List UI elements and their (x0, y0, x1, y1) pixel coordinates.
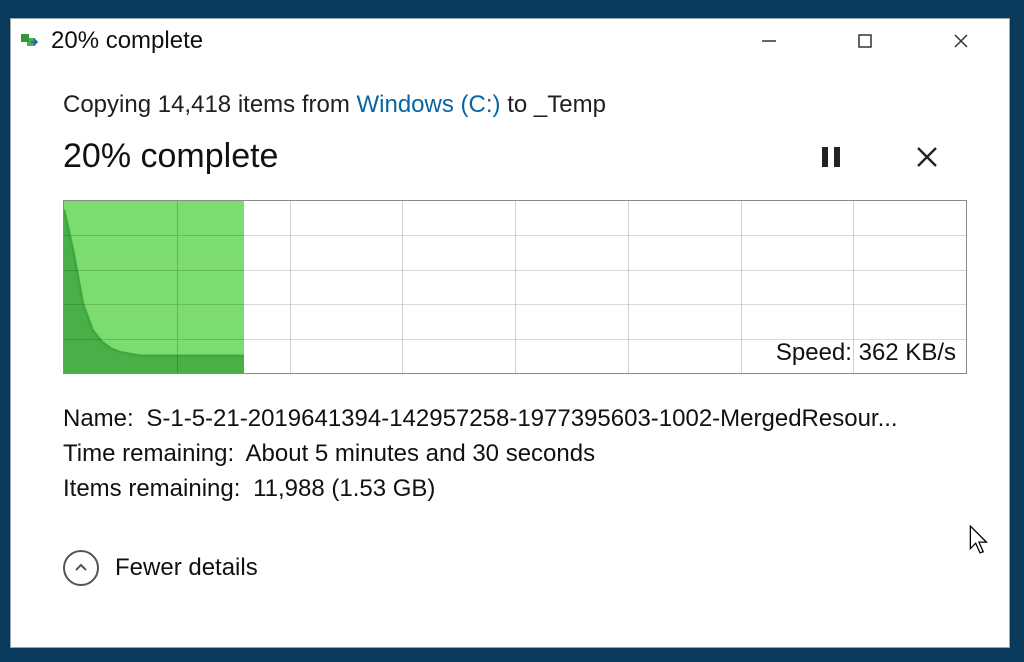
detail-time-remaining: Time remaining: About 5 minutes and 30 s… (63, 437, 969, 472)
maximize-icon (857, 33, 873, 49)
transfer-details: Name: S-1-5-21-2019641394-142957258-1977… (63, 402, 969, 506)
inline-controls (813, 139, 969, 175)
details-toggle-label: Fewer details (115, 554, 258, 582)
details-toggle[interactable]: Fewer details (63, 550, 969, 606)
chevron-up-icon (63, 550, 99, 586)
minimize-icon (760, 32, 778, 50)
window-title: 20% complete (51, 27, 203, 55)
destination-link[interactable]: _Temp (534, 91, 606, 118)
cancel-button[interactable] (909, 139, 945, 175)
maximize-button[interactable] (817, 19, 913, 63)
titlebar: 20% complete (11, 19, 1009, 63)
close-icon (952, 32, 970, 50)
copy-description: Copying 14,418 items from Windows (C:) t… (63, 91, 969, 119)
dialog-content: Copying 14,418 items from Windows (C:) t… (11, 63, 1009, 606)
detail-name: Name: S-1-5-21-2019641394-142957258-1977… (63, 402, 969, 437)
pause-icon (820, 145, 842, 169)
detail-items-remaining: Items remaining: 11,988 (1.53 GB) (63, 472, 969, 507)
speed-label: Speed: 362 KB/s (776, 339, 956, 367)
speed-graph: Speed: 362 KB/s (63, 200, 967, 374)
copy-dialog-window: 20% complete Copying (10, 18, 1010, 648)
speed-curve (64, 201, 244, 373)
cancel-icon (915, 145, 939, 169)
percent-complete-text: 20% complete (63, 137, 813, 176)
minimize-button[interactable] (721, 19, 817, 63)
copy-operation-icon (21, 32, 39, 50)
percent-row: 20% complete (63, 137, 969, 176)
window-controls (721, 19, 1009, 63)
pause-button[interactable] (813, 139, 849, 175)
close-button[interactable] (913, 19, 1009, 63)
source-link[interactable]: Windows (C:) (357, 91, 501, 118)
